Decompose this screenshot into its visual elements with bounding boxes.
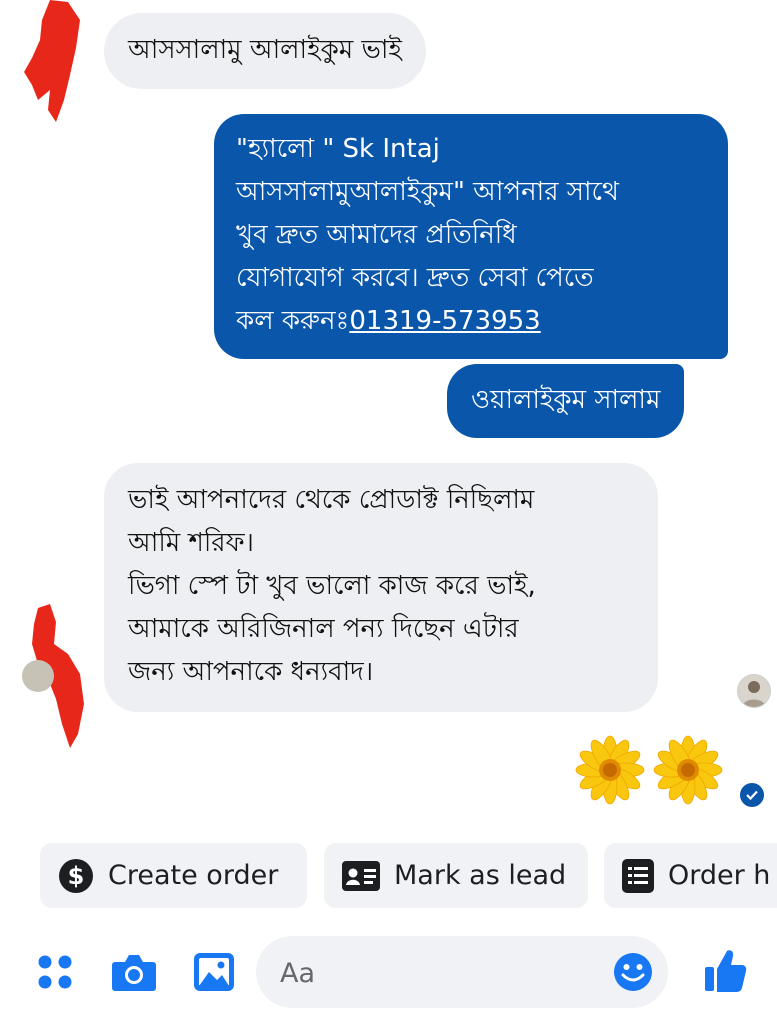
flower-sticker[interactable] bbox=[572, 732, 728, 808]
contact-card-icon bbox=[342, 860, 380, 891]
sender-avatar[interactable] bbox=[22, 660, 54, 692]
redaction-mark-top bbox=[24, 0, 80, 122]
like-button[interactable] bbox=[702, 944, 748, 996]
mark-as-lead-label: Mark as lead bbox=[394, 860, 567, 891]
apps-icon bbox=[38, 955, 72, 989]
phone-number-link[interactable]: 01319-573953 bbox=[349, 306, 540, 336]
emoji-icon bbox=[614, 953, 652, 991]
camera-button[interactable] bbox=[110, 950, 158, 994]
message-line: "হ্যালো " Sk Intaj bbox=[236, 134, 440, 164]
message-text: ওয়ালাইকুম সালাম bbox=[471, 385, 661, 415]
receipt-icon bbox=[622, 858, 654, 893]
apps-button[interactable] bbox=[34, 950, 76, 994]
message-text: আসসালামু আলাইকুম ভাই bbox=[128, 35, 402, 65]
message-input[interactable] bbox=[278, 936, 612, 1010]
order-history-label: Order h bbox=[668, 860, 771, 891]
message-composer[interactable] bbox=[256, 936, 668, 1010]
message-line: জন্য আপনাকে ধন্যবাদ। bbox=[128, 657, 374, 687]
message-line: খুব দ্রুত আমাদের প্রতিনিধি bbox=[236, 220, 517, 250]
camera-icon bbox=[112, 955, 156, 991]
order-history-button[interactable]: Order h bbox=[604, 843, 777, 908]
dollar-icon: $ bbox=[58, 858, 94, 894]
mark-as-lead-button[interactable]: Mark as lead bbox=[324, 843, 588, 908]
svg-text:$: $ bbox=[68, 862, 85, 890]
gallery-button[interactable] bbox=[192, 950, 236, 994]
outgoing-auto-reply-message[interactable]: "হ্যালো " Sk Intaj আসসালামুআলাইকুম" আপনা… bbox=[214, 114, 728, 359]
message-line: আমি শরিফ। bbox=[128, 528, 254, 558]
call-prefix: কল করুনঃ bbox=[236, 306, 350, 336]
message-line: যোগাযোগ করবে। দ্রুত সেবা পেতে bbox=[236, 263, 594, 293]
read-receipt-avatar bbox=[737, 674, 771, 708]
outgoing-message[interactable]: ওয়ালাইকুম সালাম bbox=[447, 364, 685, 438]
incoming-message[interactable]: ভাই আপনাদের থেকে প্রোডাক্ট নিছিলাম আমি শ… bbox=[104, 463, 658, 712]
delivered-check-icon bbox=[740, 783, 764, 807]
incoming-message[interactable]: আসসালামু আলাইকুম ভাই bbox=[104, 13, 426, 89]
message-line: ভাই আপনাদের থেকে প্রোডাক্ট নিছিলাম bbox=[128, 485, 535, 515]
message-line: আসসালামুআলাইকুম" আপনার সাথে bbox=[236, 177, 619, 207]
message-line-last: কল করুনঃ01319-573953 bbox=[236, 300, 706, 343]
message-line: ভিগা স্পে টা খুব ভালো কাজ করে ভাই, bbox=[128, 571, 536, 601]
emoji-button[interactable] bbox=[612, 951, 654, 997]
gallery-icon bbox=[194, 953, 234, 991]
create-order-label: Create order bbox=[108, 860, 279, 891]
thumbs-up-icon bbox=[705, 950, 747, 992]
message-line: আমাকে অরিজিনাল পন্য দিছেন এটার bbox=[128, 614, 519, 644]
person-photo-icon bbox=[742, 681, 766, 707]
create-order-button[interactable]: $ Create order bbox=[40, 843, 307, 908]
